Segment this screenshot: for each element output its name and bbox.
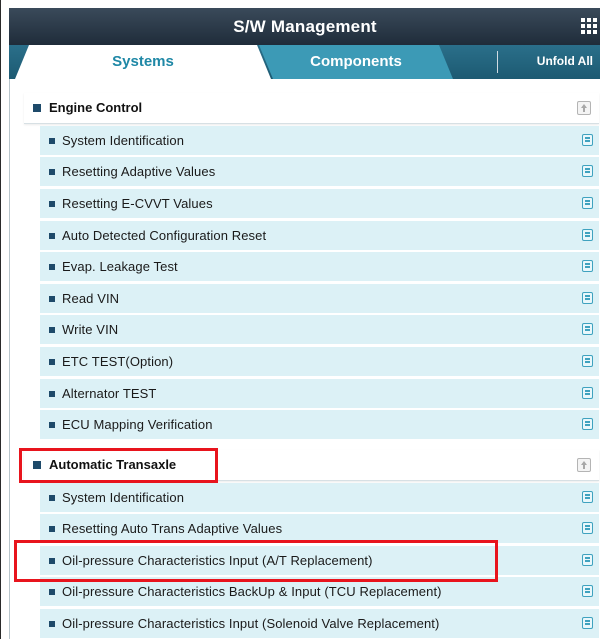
app-frame: S/W Management Systems Components Unfold… [0, 0, 600, 639]
document-icon[interactable] [582, 197, 593, 209]
list-item-label: Read VIN [62, 291, 120, 306]
list-item-label: System Identification [62, 490, 185, 505]
list-item-label: Evap. Leakage Test [62, 259, 178, 274]
unfold-all-button[interactable]: Unfold All [537, 45, 593, 79]
tab-divider [497, 51, 498, 73]
list-item-label: Resetting Auto Trans Adaptive Values [62, 521, 283, 536]
item-bullet-icon [49, 233, 55, 239]
section-title: Automatic Transaxle [49, 457, 177, 472]
list-item-alternator-test[interactable]: Alternator TEST [40, 379, 599, 409]
list-item-resetting-auto-trans-adaptive-values[interactable]: Resetting Auto Trans Adaptive Values [40, 514, 599, 544]
document-icon[interactable] [582, 418, 593, 430]
systems-list: Engine Control System Identification Res… [9, 79, 600, 639]
list-item-label: System Identification [62, 133, 185, 148]
list-item-auto-detected-configuration-reset[interactable]: Auto Detected Configuration Reset [40, 221, 599, 251]
list-item-label: Oil-pressure Characteristics Input (Sole… [62, 616, 440, 631]
list-item-label: ETC TEST(Option) [62, 354, 174, 369]
document-icon[interactable] [582, 554, 593, 566]
document-icon[interactable] [582, 387, 593, 399]
list-item-system-identification[interactable]: System Identification [40, 126, 599, 156]
list-item-resetting-e-cvvt-values[interactable]: Resetting E-CVVT Values [40, 189, 599, 219]
list-item-oil-pressure-tcu-replacement[interactable]: Oil-pressure Characteristics BackUp & In… [40, 577, 599, 607]
list-item-resetting-adaptive-values[interactable]: Resetting Adaptive Values [40, 157, 599, 187]
item-bullet-icon [49, 495, 55, 501]
item-bullet-icon [49, 526, 55, 532]
tab-components[interactable]: Components [259, 45, 453, 79]
item-bullet-icon [49, 621, 55, 627]
collapse-toggle-icon[interactable] [577, 458, 591, 472]
list-item-read-vin[interactable]: Read VIN [40, 284, 599, 314]
document-icon[interactable] [582, 292, 593, 304]
item-bullet-icon [49, 391, 55, 397]
list-item-label: Oil-pressure Characteristics BackUp & In… [62, 584, 442, 599]
section-bullet-icon [33, 104, 41, 112]
tab-bar: Systems Components Unfold All [9, 45, 600, 79]
item-bullet-icon [49, 169, 55, 175]
list-item-label: Oil-pressure Characteristics Input (A/T … [62, 553, 373, 568]
list-item-label: Write VIN [62, 322, 119, 337]
window-title: S/W Management [233, 17, 377, 36]
document-icon[interactable] [582, 491, 593, 503]
list-item-label: Auto Detected Configuration Reset [62, 228, 267, 243]
list-item-etc-test[interactable]: ETC TEST(Option) [40, 347, 599, 377]
item-bullet-icon [49, 589, 55, 595]
document-icon[interactable] [582, 522, 593, 534]
item-bullet-icon [49, 138, 55, 144]
item-bullet-icon [49, 201, 55, 207]
document-icon[interactable] [582, 260, 593, 272]
document-icon[interactable] [582, 323, 593, 335]
document-icon[interactable] [582, 617, 593, 629]
item-bullet-icon [49, 359, 55, 365]
grid-menu-icon[interactable] [581, 18, 597, 34]
item-bullet-icon [49, 558, 55, 564]
list-item-label: Resetting E-CVVT Values [62, 196, 213, 211]
tab-systems[interactable]: Systems [15, 45, 271, 79]
document-icon[interactable] [582, 134, 593, 146]
list-item-label: ECU Mapping Verification [62, 417, 213, 432]
section-automatic-transaxle[interactable]: Automatic Transaxle [24, 450, 599, 481]
document-icon[interactable] [582, 355, 593, 367]
item-bullet-icon [49, 422, 55, 428]
list-item-oil-pressure-at-replacement[interactable]: Oil-pressure Characteristics Input (A/T … [40, 546, 599, 576]
list-item-write-vin[interactable]: Write VIN [40, 315, 599, 345]
list-item-oil-pressure-solenoid-valve-replacement[interactable]: Oil-pressure Characteristics Input (Sole… [40, 609, 599, 639]
collapse-toggle-icon[interactable] [577, 101, 591, 115]
list-item-evap-leakage-test[interactable]: Evap. Leakage Test [40, 252, 599, 282]
item-bullet-icon [49, 327, 55, 333]
document-icon[interactable] [582, 229, 593, 241]
document-icon[interactable] [582, 585, 593, 597]
section-title: Engine Control [49, 100, 143, 115]
document-icon[interactable] [582, 165, 593, 177]
section-bullet-icon [33, 461, 41, 469]
item-bullet-icon [49, 296, 55, 302]
section-engine-control[interactable]: Engine Control [24, 93, 599, 124]
title-bar: S/W Management [9, 8, 600, 45]
item-bullet-icon [49, 264, 55, 270]
list-item-at-system-identification[interactable]: System Identification [40, 483, 599, 513]
list-item-ecu-mapping-verification[interactable]: ECU Mapping Verification [40, 410, 599, 440]
list-item-label: Alternator TEST [62, 386, 157, 401]
list-item-label: Resetting Adaptive Values [62, 164, 216, 179]
